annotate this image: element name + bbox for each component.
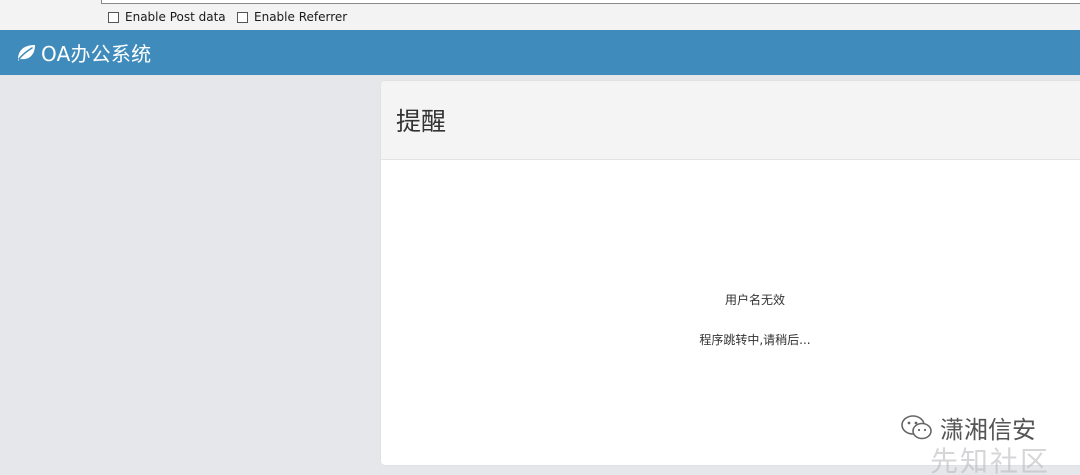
leaf-icon xyxy=(18,44,35,61)
watermark-secondary-text: 先知社区 xyxy=(930,445,1051,475)
wechat-icon xyxy=(901,414,932,439)
enable-referrer-label: Enable Referrer xyxy=(254,10,348,24)
app-title: OA办公系统 xyxy=(41,42,152,66)
app-header: OA办公系统 xyxy=(0,30,1080,75)
dialog-title: 提醒 xyxy=(396,107,447,136)
url-input[interactable] xyxy=(101,0,1080,4)
enable-referrer-checkbox[interactable]: Enable Referrer xyxy=(237,9,347,25)
brand-link[interactable]: OA办公系统 xyxy=(16,38,151,67)
error-message: 用户名无效 xyxy=(724,293,785,307)
checkbox-box[interactable] xyxy=(237,11,248,23)
sidebar xyxy=(0,75,380,475)
dialog-header: 提醒 xyxy=(381,81,1080,160)
redirect-message: 程序跳转中,请稍后... xyxy=(699,333,811,347)
alert-dialog: 提醒 用户名无效 程序跳转中,请稍后... xyxy=(381,81,1080,465)
checkbox-box[interactable] xyxy=(108,11,119,23)
enable-post-data-checkbox[interactable]: Enable Post data xyxy=(108,9,226,25)
browser-toolbar: Enable Post data Enable Referrer xyxy=(0,0,1080,30)
enable-post-data-label: Enable Post data xyxy=(125,10,226,24)
